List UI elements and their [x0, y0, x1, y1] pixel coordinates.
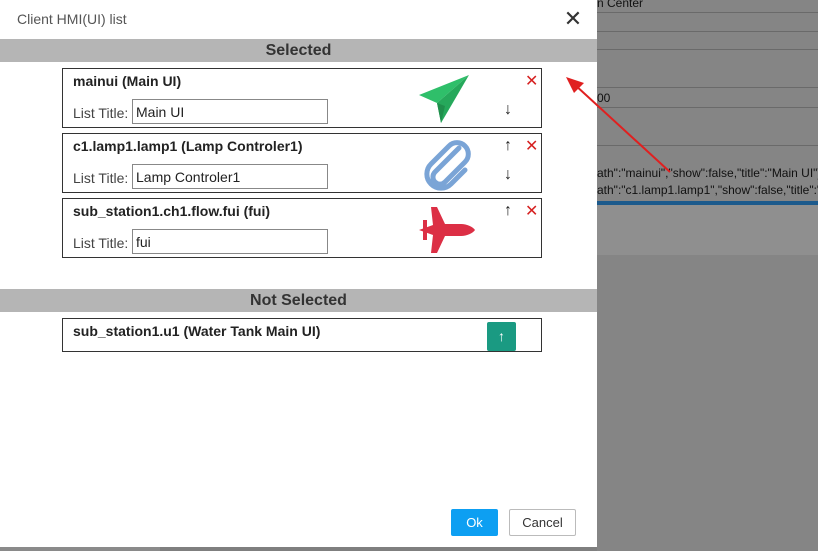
- background-text: n Center: [597, 0, 644, 10]
- move-up-icon[interactable]: ↑: [504, 138, 512, 154]
- selected-item-card: mainui (Main UI) List Title: ✕ ↓: [62, 68, 542, 128]
- background-divider: [597, 31, 818, 32]
- fighter-jet-icon: [415, 203, 477, 257]
- paperclip-icon: [415, 138, 477, 192]
- background-divider: [597, 107, 818, 108]
- add-to-selected-button[interactable]: ↑: [487, 322, 516, 351]
- move-down-icon[interactable]: ↓: [504, 167, 512, 183]
- item-name: sub_station1.ch1.flow.fui (fui): [73, 203, 271, 219]
- list-title-label: List Title:: [73, 105, 129, 121]
- list-title-input[interactable]: [132, 99, 328, 124]
- background-json-text: ath":"c1.lamp1.lamp1","show":false,"titl…: [597, 183, 818, 197]
- list-title-input[interactable]: [132, 164, 328, 189]
- list-title-label: List Title:: [73, 170, 129, 186]
- background-panel: [597, 205, 818, 255]
- move-up-icon[interactable]: ↑: [504, 203, 512, 219]
- close-icon[interactable]: ✕: [562, 8, 584, 30]
- delete-icon[interactable]: ✕: [525, 139, 538, 155]
- item-name: sub_station1.u1 (Water Tank Main UI): [73, 323, 321, 339]
- ok-button[interactable]: Ok: [451, 509, 498, 536]
- item-name: mainui (Main UI): [73, 73, 182, 89]
- background-divider: [597, 145, 818, 146]
- item-name: c1.lamp1.lamp1 (Lamp Controler1): [73, 138, 303, 154]
- selected-item-card: c1.lamp1.lamp1 (Lamp Controler1) List Ti…: [62, 133, 542, 193]
- hmi-list-dialog: Client HMI(UI) list ✕ Selected mainui (M…: [0, 0, 597, 547]
- background-divider: [597, 49, 818, 50]
- dialog-title: Client HMI(UI) list: [17, 11, 127, 27]
- not-selected-item-card: sub_station1.u1 (Water Tank Main UI) ↑: [62, 318, 542, 352]
- background-divider: [597, 87, 818, 88]
- background-page: n Center 00 ath":"mainui","show":false,"…: [597, 0, 818, 551]
- selected-section-header: Selected: [0, 39, 597, 62]
- background-divider: [597, 12, 818, 13]
- list-title-label: List Title:: [73, 235, 129, 251]
- paper-plane-icon: [415, 73, 477, 127]
- cancel-button[interactable]: Cancel: [509, 509, 576, 536]
- background-json-text: ath":"mainui","show":false,"title":"Main…: [597, 166, 818, 180]
- not-selected-section-header: Not Selected: [0, 289, 597, 312]
- selected-item-card: sub_station1.ch1.flow.fui (fui) List Tit…: [62, 198, 542, 258]
- background-text: 00: [597, 91, 611, 105]
- list-title-input[interactable]: [132, 229, 328, 254]
- delete-icon[interactable]: ✕: [525, 74, 538, 90]
- move-down-icon[interactable]: ↓: [504, 102, 512, 118]
- delete-icon[interactable]: ✕: [525, 204, 538, 220]
